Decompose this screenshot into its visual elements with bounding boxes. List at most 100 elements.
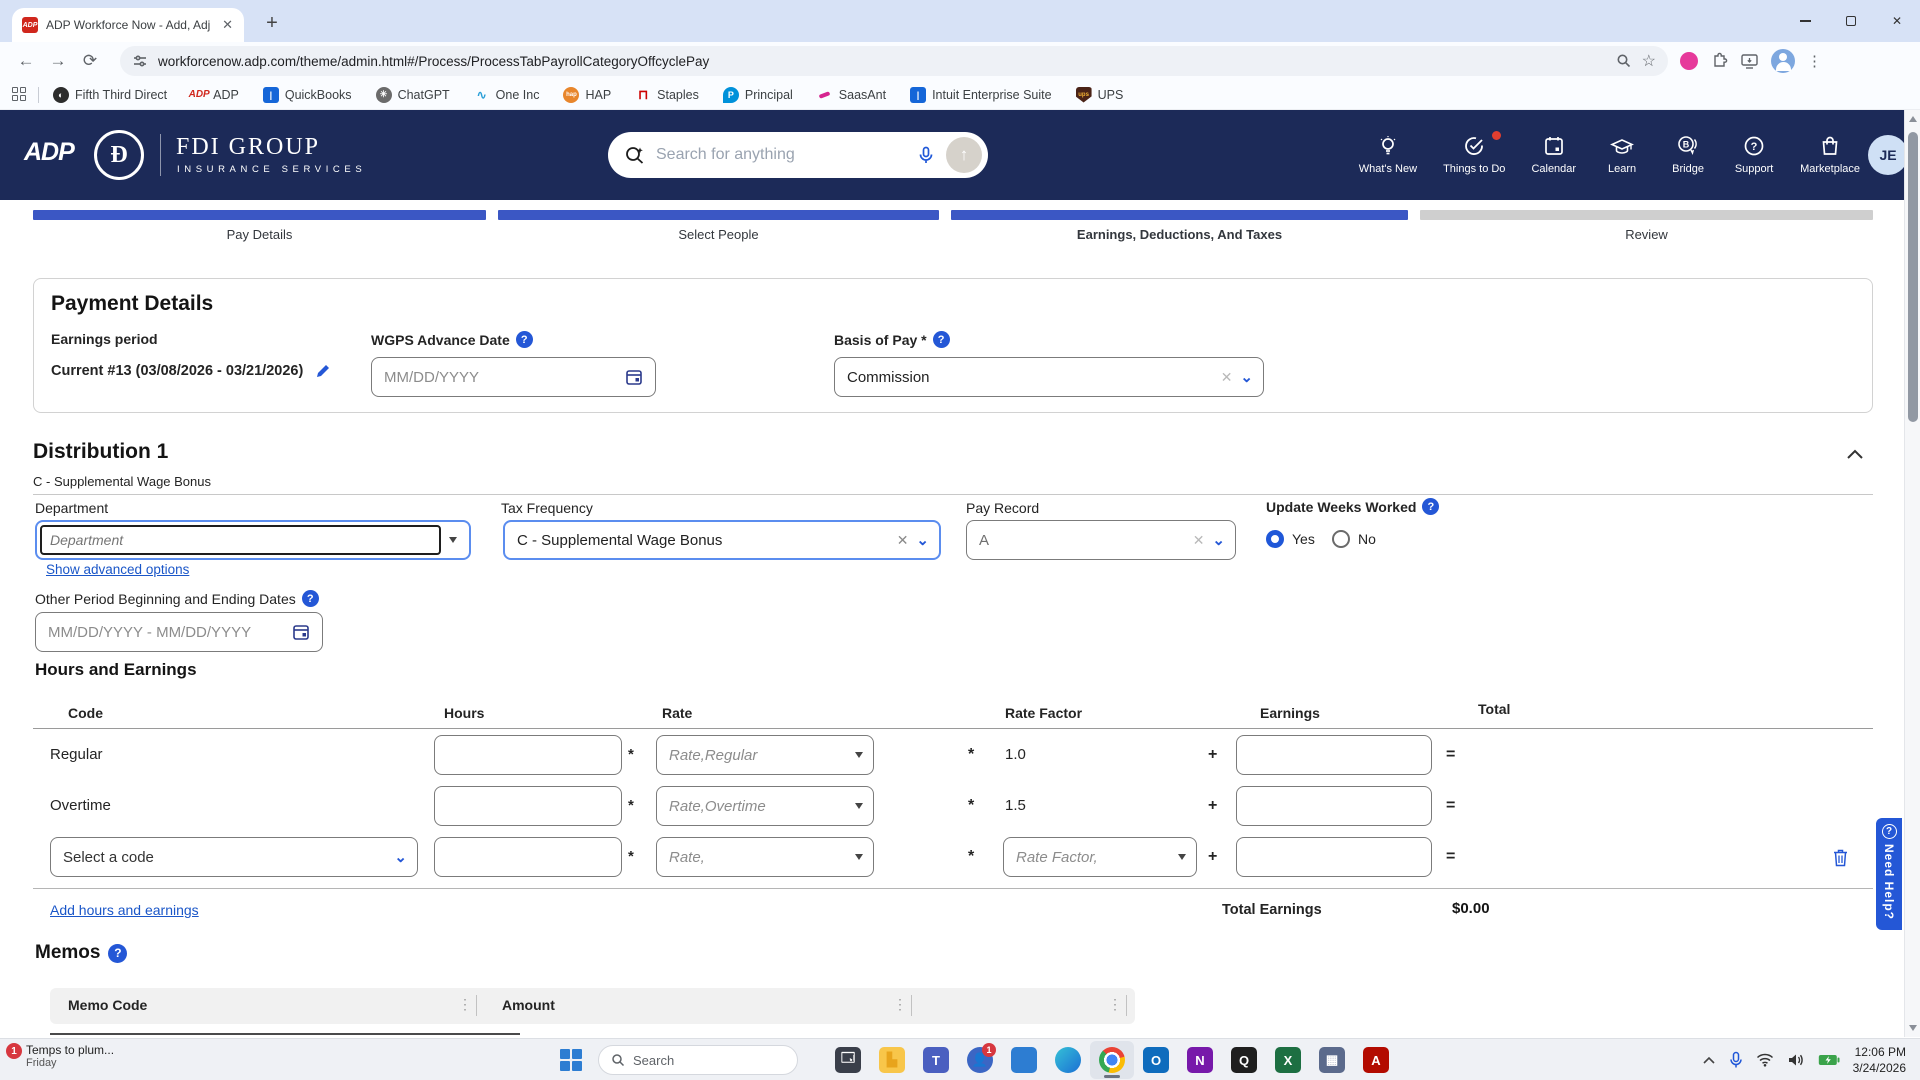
battery-icon[interactable] [1818, 1054, 1840, 1066]
app-file-explorer[interactable]: ▙ [870, 1041, 914, 1079]
wgps-advance-date-input[interactable] [371, 357, 656, 397]
nav-things-to-do[interactable]: Things to Do [1443, 131, 1505, 175]
hours-input-regular[interactable] [434, 735, 622, 775]
start-button[interactable] [560, 1049, 582, 1071]
earnings-field[interactable] [1249, 746, 1419, 764]
basis-of-pay-select[interactable]: Commission ✕ ⌄ [834, 357, 1264, 397]
bookmark-ups[interactable]: ups UPS [1075, 86, 1123, 103]
adp-logo[interactable]: ADP [24, 138, 75, 167]
rate-select-overtime[interactable]: Rate,Overtime [656, 786, 874, 826]
nav-calendar[interactable]: Calendar [1531, 135, 1576, 175]
other-period-field[interactable] [48, 623, 284, 641]
help-icon[interactable]: ? [301, 590, 319, 607]
device-share-icon[interactable] [1740, 52, 1759, 71]
pay-record-select[interactable]: A ✕ ⌄ [966, 520, 1236, 560]
app-blue[interactable] [1002, 1041, 1046, 1079]
tax-frequency-select[interactable]: C - Supplemental Wage Bonus ✕ ⌄ [503, 520, 941, 560]
help-icon[interactable]: ? [932, 331, 950, 348]
nav-support[interactable]: ? Support [1734, 135, 1774, 175]
chrome-menu-icon[interactable]: ⋮ [1807, 52, 1822, 70]
column-resize-handle[interactable]: ⋮ [1108, 996, 1122, 1013]
microphone-icon[interactable] [1729, 1051, 1743, 1069]
chevron-down-icon[interactable]: ⌄ [394, 848, 407, 866]
tray-chevron-up-icon[interactable] [1702, 1055, 1716, 1065]
earnings-field[interactable] [1249, 848, 1419, 866]
wgps-date-field[interactable] [384, 368, 617, 386]
app-dark[interactable]: Q [1222, 1041, 1266, 1079]
bookmark-saasant[interactable]: SaasAnt [817, 87, 886, 103]
app-edge[interactable] [1046, 1041, 1090, 1079]
earnings-field[interactable] [1249, 797, 1419, 815]
app-chrome-active[interactable] [1090, 1041, 1134, 1079]
scrollbar-thumb[interactable] [1907, 132, 1918, 422]
need-help-tab[interactable]: ? Need Help? [1876, 818, 1902, 930]
step-review[interactable]: Review [1420, 210, 1873, 242]
bookmark-intuit-suite[interactable]: | Intuit Enterprise Suite [910, 86, 1052, 103]
bookmark-star-icon[interactable]: ☆ [1642, 51, 1656, 71]
collapse-chevron-up-icon[interactable] [1846, 448, 1864, 460]
earnings-input-new[interactable] [1236, 837, 1432, 877]
rate-select-regular[interactable]: Rate,Regular [656, 735, 874, 775]
nav-bridge[interactable]: B Bridge [1668, 135, 1708, 175]
taskbar-search[interactable]: Search [598, 1045, 798, 1075]
dropdown-arrow-icon[interactable] [1178, 854, 1186, 860]
url-text[interactable]: workforcenow.adp.com/theme/admin.html#/P… [158, 54, 1606, 69]
dropdown-arrow-icon[interactable] [855, 854, 863, 860]
nav-learn[interactable]: Learn [1602, 135, 1642, 175]
browser-tab[interactable]: ADP ADP Workforce Now - Add, Adj ✕ [12, 8, 244, 42]
radio-unselected-icon[interactable] [1332, 530, 1350, 548]
app-chat[interactable]: 👤 1 [958, 1041, 1002, 1079]
search-placeholder[interactable]: Search for anything [656, 146, 906, 164]
step-earnings-deductions-taxes[interactable]: Earnings, Deductions, And Taxes [951, 210, 1408, 242]
bookmark-principal[interactable]: P Principal [722, 86, 793, 103]
hours-field[interactable] [447, 746, 609, 764]
app-onenote[interactable]: N [1178, 1041, 1222, 1079]
chrome-profile-avatar[interactable] [1771, 49, 1795, 73]
tab-close-icon[interactable]: ✕ [219, 17, 236, 33]
new-tab-button[interactable]: + [258, 10, 286, 38]
window-close-button[interactable]: ✕ [1874, 0, 1920, 42]
show-advanced-options-link[interactable]: Show advanced options [46, 562, 189, 577]
hours-field[interactable] [447, 797, 609, 815]
step-select-people[interactable]: Select People [498, 210, 939, 242]
earnings-input-regular[interactable] [1236, 735, 1432, 775]
apps-grid-icon[interactable] [12, 86, 28, 103]
wifi-icon[interactable] [1756, 1053, 1774, 1067]
page-scrollbar[interactable] [1904, 110, 1920, 1037]
search-submit-button[interactable]: ↑ [946, 137, 982, 173]
chevron-down-icon[interactable]: ⌄ [1212, 531, 1225, 549]
bookmark-fifth-third[interactable]: ◐ Fifth Third Direct [53, 86, 167, 103]
back-button[interactable]: ← [10, 45, 42, 77]
clear-icon[interactable]: ✕ [1221, 369, 1233, 386]
window-maximize-button[interactable] [1828, 0, 1874, 42]
zoom-search-icon[interactable] [1616, 53, 1632, 69]
bookmark-staples[interactable]: ⊓ Staples [635, 87, 699, 103]
calendar-picker-icon[interactable] [625, 368, 643, 386]
dropdown-arrow-icon[interactable] [855, 803, 863, 809]
update-weeks-no-radio[interactable]: No [1332, 530, 1376, 548]
volume-icon[interactable] [1787, 1053, 1805, 1067]
app-outlook[interactable]: O [1134, 1041, 1178, 1079]
weather-widget[interactable]: 1 Temps to plum... Friday [6, 1043, 114, 1069]
bookmark-chatgpt[interactable]: ✳ ChatGPT [375, 86, 450, 103]
hours-field[interactable] [447, 848, 609, 866]
dropdown-arrow-icon[interactable] [449, 537, 457, 543]
column-resize-handle[interactable]: ⋮ [458, 996, 472, 1013]
nav-marketplace[interactable]: Marketplace [1800, 135, 1860, 175]
app-excel[interactable]: X [1266, 1041, 1310, 1079]
reload-button[interactable]: ⟳ [74, 45, 106, 77]
bookmark-one-inc[interactable]: ∿ One Inc [474, 87, 540, 103]
window-minimize-button[interactable] [1782, 0, 1828, 42]
taskbar-clock[interactable]: 12:06 PM 3/24/2026 [1853, 1044, 1906, 1076]
earnings-input-overtime[interactable] [1236, 786, 1432, 826]
app-acrobat[interactable]: A [1354, 1041, 1398, 1079]
clear-icon[interactable]: ✕ [1193, 532, 1205, 549]
scroll-down-arrow[interactable] [1909, 1025, 1917, 1031]
hours-input-new[interactable] [434, 837, 622, 877]
add-hours-earnings-link[interactable]: Add hours and earnings [50, 902, 199, 918]
radio-selected-icon[interactable] [1266, 530, 1284, 548]
bookmark-adp[interactable]: ADP ADP [189, 87, 239, 103]
address-bar[interactable]: workforcenow.adp.com/theme/admin.html#/P… [120, 46, 1668, 76]
help-icon[interactable]: ? [515, 331, 533, 348]
nav-whats-new[interactable]: What's New [1359, 135, 1417, 175]
